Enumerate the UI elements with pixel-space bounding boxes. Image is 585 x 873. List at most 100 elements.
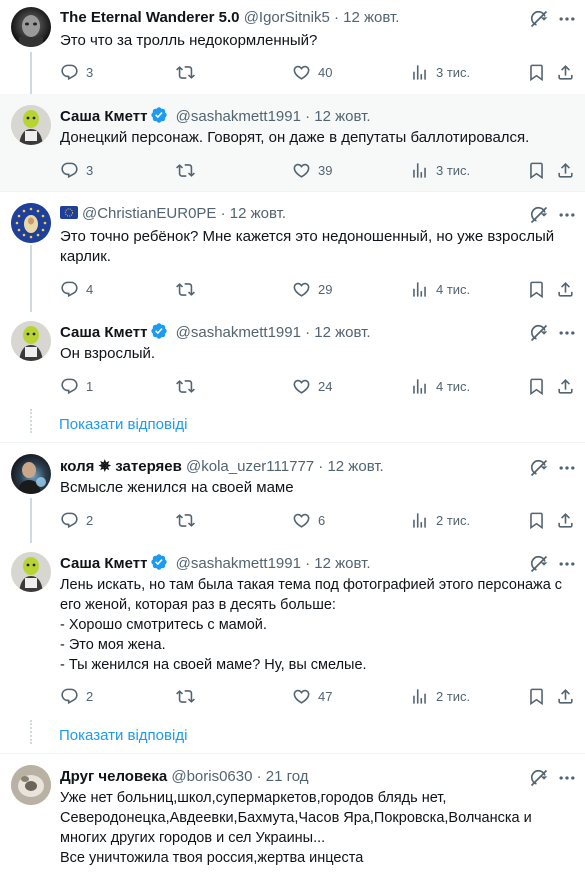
views-button[interactable]: 4 тис. xyxy=(410,279,470,299)
retweet-button[interactable] xyxy=(176,160,195,180)
tweet-time[interactable]: · 12 жовт. xyxy=(305,324,370,341)
share-button[interactable] xyxy=(556,686,575,706)
share-button[interactable] xyxy=(556,62,575,82)
bookmark-button[interactable] xyxy=(527,279,546,299)
show-replies-link[interactable]: Показати відповіді xyxy=(59,416,187,433)
more-icon[interactable] xyxy=(557,554,577,574)
avatar[interactable] xyxy=(11,321,51,361)
bookmark-button[interactable] xyxy=(527,510,546,530)
author-handle[interactable]: @kola_uzer111777 xyxy=(186,458,314,475)
like-icon xyxy=(292,280,311,299)
retweet-button[interactable] xyxy=(176,510,195,530)
more-icon[interactable] xyxy=(557,458,577,478)
tweet-time[interactable]: · 21 год xyxy=(257,768,309,785)
retweet-button[interactable] xyxy=(176,62,195,82)
author-handle[interactable]: @ChristianEUR0PE xyxy=(82,205,216,222)
bookmark-button[interactable] xyxy=(527,686,546,706)
retweet-button[interactable] xyxy=(176,686,195,706)
grok-icon[interactable] xyxy=(529,554,549,574)
views-icon xyxy=(410,63,429,82)
avatar[interactable] xyxy=(11,203,51,243)
avatar[interactable] xyxy=(11,7,51,47)
author-handle[interactable]: @sashakmett1991 xyxy=(176,108,301,125)
views-count: 4 тис. xyxy=(436,378,471,394)
reply-count: 2 xyxy=(86,512,94,528)
grok-icon[interactable] xyxy=(529,323,549,343)
grok-icon[interactable] xyxy=(529,9,549,29)
tweet-text: Лень искать, но там была такая тема под … xyxy=(60,577,563,673)
tweet-7[interactable]: Друг человека @boris0630 · 21 год Уже не… xyxy=(0,754,585,873)
avatar[interactable] xyxy=(11,454,51,494)
retweet-icon xyxy=(176,280,195,299)
tweet-5[interactable]: коля ✵ затеряев @kola_uzer111777 · 12 жо… xyxy=(0,443,585,543)
bookmark-button[interactable] xyxy=(527,62,546,82)
tweet-time[interactable]: · 12 жовт. xyxy=(305,108,370,125)
tweet-time[interactable]: · 12 жовт. xyxy=(318,458,383,475)
reply-button[interactable]: 2 xyxy=(60,510,93,530)
like-count: 29 xyxy=(318,281,333,297)
reply-button[interactable]: 3 xyxy=(60,160,93,180)
author-name[interactable]: The Eternal Wanderer 5.0 xyxy=(60,9,240,26)
grok-icon[interactable] xyxy=(529,205,549,225)
grok-icon[interactable] xyxy=(529,768,549,788)
bookmark-button[interactable] xyxy=(527,376,546,396)
author-handle[interactable]: @sashakmett1991 xyxy=(176,555,301,572)
author-name[interactable]: Друг человека xyxy=(60,768,167,785)
more-icon[interactable] xyxy=(557,9,577,29)
bookmark-button[interactable] xyxy=(527,160,546,180)
share-icon xyxy=(556,280,575,299)
like-icon xyxy=(292,687,311,706)
like-button[interactable]: 40 xyxy=(292,62,332,82)
like-button[interactable]: 29 xyxy=(292,279,332,299)
reply-button[interactable]: 4 xyxy=(60,279,93,299)
avatar[interactable] xyxy=(11,105,51,145)
tweet-header: The Eternal Wanderer 5.0 @IgorSitnik5 · … xyxy=(60,8,525,28)
share-button[interactable] xyxy=(556,160,575,180)
bookmark-icon xyxy=(527,377,546,396)
grok-icon[interactable] xyxy=(529,458,549,478)
like-button[interactable]: 39 xyxy=(292,160,332,180)
reply-button[interactable]: 1 xyxy=(60,376,93,396)
views-button[interactable]: 2 тис. xyxy=(410,510,470,530)
like-button[interactable]: 24 xyxy=(292,376,332,396)
views-button[interactable]: 4 тис. xyxy=(410,376,470,396)
author-name[interactable]: Саша Кметт xyxy=(60,108,147,125)
share-button[interactable] xyxy=(556,279,575,299)
author-name[interactable]: коля ✵ затеряев xyxy=(60,458,182,475)
like-count: 47 xyxy=(318,688,333,704)
tweet-2[interactable]: Саша Кметт @sashakmett1991 · 12 жовт. До… xyxy=(0,94,585,191)
tweet-4[interactable]: Саша Кметт @sashakmett1991 · 12 жовт. Он… xyxy=(0,312,585,442)
more-icon[interactable] xyxy=(557,768,577,788)
thread-dots xyxy=(30,720,34,744)
like-button[interactable]: 47 xyxy=(292,686,332,706)
avatar[interactable] xyxy=(11,765,51,805)
reply-count: 2 xyxy=(86,688,94,704)
avatar[interactable] xyxy=(11,552,51,592)
views-button[interactable]: 2 тис. xyxy=(410,686,470,706)
share-button[interactable] xyxy=(556,376,575,396)
reply-button[interactable]: 2 xyxy=(60,686,93,706)
reply-button[interactable]: 3 xyxy=(60,62,93,82)
tweet-text: Уже нет больниц,школ,супермаркетов,город… xyxy=(60,790,532,866)
author-name[interactable]: Саша Кметт xyxy=(60,555,147,572)
views-button[interactable]: 3 тис. xyxy=(410,160,470,180)
retweet-button[interactable] xyxy=(176,279,195,299)
tweet-time[interactable]: · 12 жовт. xyxy=(334,9,399,26)
retweet-button[interactable] xyxy=(176,376,195,396)
share-button[interactable] xyxy=(556,510,575,530)
tweet-1[interactable]: The Eternal Wanderer 5.0 @IgorSitnik5 · … xyxy=(0,0,585,94)
author-name[interactable]: Саша Кметт xyxy=(60,324,147,341)
tweet-time[interactable]: · 12 жовт. xyxy=(221,205,286,222)
thread-dots xyxy=(30,409,34,433)
tweet-3[interactable]: @ChristianEUR0PE · 12 жовт. Это точно ре… xyxy=(0,192,585,312)
more-icon[interactable] xyxy=(557,323,577,343)
author-handle[interactable]: @IgorSitnik5 xyxy=(244,9,330,26)
tweet-time[interactable]: · 12 жовт. xyxy=(305,555,370,572)
like-button[interactable]: 6 xyxy=(292,510,325,530)
more-icon[interactable] xyxy=(557,205,577,225)
tweet-6[interactable]: Саша Кметт @sashakmett1991 · 12 жовт. Ле… xyxy=(0,543,585,753)
author-handle[interactable]: @boris0630 xyxy=(171,768,252,785)
author-handle[interactable]: @sashakmett1991 xyxy=(176,324,301,341)
show-replies-link[interactable]: Показати відповіді xyxy=(59,727,187,744)
views-button[interactable]: 3 тис. xyxy=(410,62,470,82)
